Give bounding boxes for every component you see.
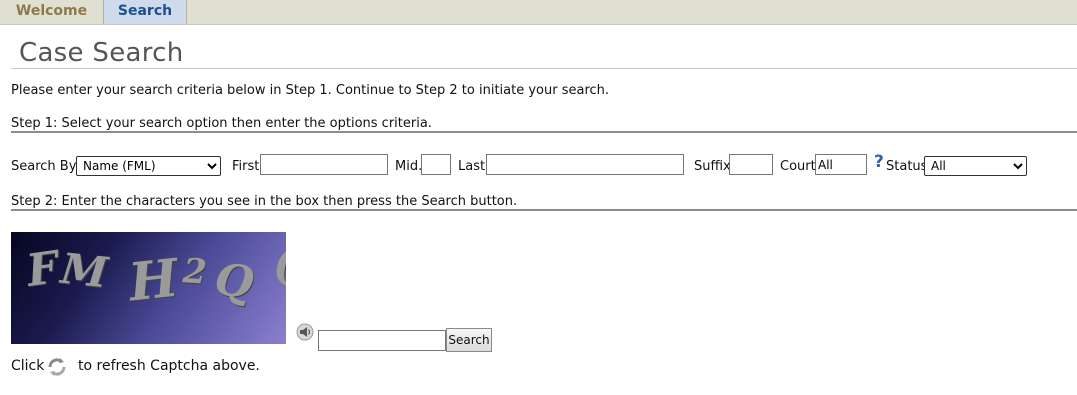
refresh-instruction: to refresh Captcha above. [78,358,260,374]
intro-text: Please enter your search criteria below … [11,83,610,98]
captcha-glyph: H [125,247,182,314]
middle-name-input[interactable] [421,154,451,175]
court-label: Court [780,159,816,174]
captcha-image: F M H 2 Q ( [11,232,286,344]
captcha-glyph: ( [273,240,286,291]
search-button[interactable]: Search [446,328,492,352]
status-label: Status [886,159,928,174]
mid-label: Mid. [395,159,423,174]
refresh-icon[interactable] [46,356,68,378]
first-label: First [232,159,260,174]
suffix-label: Suffix [694,159,731,174]
last-name-input[interactable] [486,154,684,175]
step2-heading: Step 2: Enter the characters you see in … [11,194,518,209]
last-label: Last [458,159,486,174]
court-input[interactable] [815,154,867,175]
captcha-glyph: Q [211,253,257,310]
status-select[interactable]: All [924,156,1027,176]
page-title: Case Search [19,38,184,68]
tab-welcome[interactable]: Welcome [0,0,103,24]
captcha-input[interactable] [318,330,446,351]
refresh-click-label: Click [11,358,45,374]
title-divider [11,68,1077,69]
tab-bar: Welcome Search [0,0,1077,25]
step2-divider [11,209,1077,211]
help-icon[interactable]: ? [874,152,884,172]
suffix-input[interactable] [729,154,773,175]
captcha-glyph: F [23,242,62,297]
step1-divider [11,131,1077,133]
search-by-select[interactable]: Name (FML) [76,156,221,176]
tab-search[interactable]: Search [103,0,187,24]
captcha-glyph: M [58,243,110,298]
first-name-input[interactable] [260,154,388,175]
speaker-icon[interactable] [296,323,314,341]
step1-heading: Step 1: Select your search option then e… [11,116,432,131]
captcha-glyph: 2 [181,251,209,293]
search-by-label: Search By: [11,159,80,174]
